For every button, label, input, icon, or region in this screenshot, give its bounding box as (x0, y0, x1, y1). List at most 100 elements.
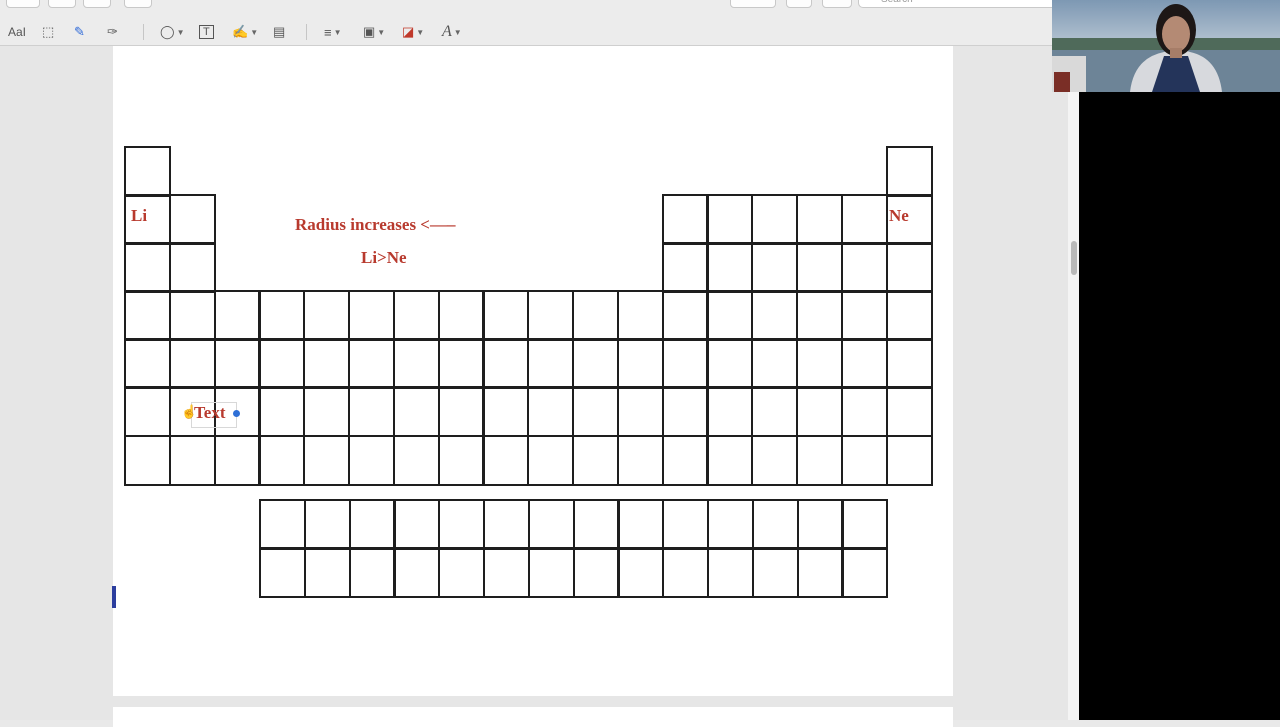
zoom-in-button[interactable] (83, 0, 111, 8)
text-caret (112, 586, 116, 608)
pen-markup-button[interactable] (730, 0, 776, 8)
table-cell (482, 435, 529, 486)
table-cell (169, 194, 216, 245)
table-cell (438, 338, 485, 389)
table-cell (796, 435, 843, 486)
next-document-page[interactable] (113, 707, 953, 727)
table-cell (214, 338, 261, 389)
sign-icon[interactable]: ✍ ▼ (232, 19, 258, 45)
text-box-label[interactable]: Text (194, 403, 226, 423)
zoom-out-button[interactable] (48, 0, 76, 8)
table-cell (572, 338, 619, 389)
draw-icon[interactable]: ✑ (107, 19, 118, 45)
table-cell (393, 547, 440, 598)
table-cell (886, 242, 933, 293)
table-cell (707, 547, 754, 598)
table-cell (841, 435, 888, 486)
chevron-down-icon: ▼ (333, 27, 342, 37)
table-cell (393, 338, 440, 389)
comparison-annotation[interactable]: Li>Ne (361, 248, 407, 268)
table-cell (797, 547, 844, 598)
table-cell (393, 435, 440, 486)
table-cell (527, 386, 574, 437)
sketch-icon[interactable]: ✎ (74, 19, 85, 45)
table-cell (124, 242, 171, 293)
shape-style-icon[interactable]: ≡ ▼ (324, 19, 342, 45)
table-cell (527, 338, 574, 389)
table-cell (303, 386, 350, 437)
hand-cursor-icon: ☝ (181, 404, 198, 419)
side-panel (1079, 92, 1280, 720)
share-button[interactable] (124, 0, 152, 8)
table-cell (303, 290, 350, 341)
table-cell (796, 242, 843, 293)
table-cell (662, 547, 709, 598)
table-cell (662, 290, 709, 341)
table-cell (438, 386, 485, 437)
table-cell (662, 194, 709, 245)
table-cell (348, 435, 395, 486)
sidebar-toggle-button[interactable] (6, 0, 40, 8)
vertical-scrollbar[interactable] (1068, 46, 1079, 720)
table-cell (796, 338, 843, 389)
text-style-icon[interactable]: AaI (8, 19, 26, 45)
rotate-button[interactable] (786, 0, 812, 8)
table-cell (169, 290, 216, 341)
text-box-icon[interactable]: T (199, 19, 214, 45)
table-cell (617, 547, 664, 598)
table-cell (796, 386, 843, 437)
table-cell (259, 499, 306, 550)
table-cell (304, 499, 351, 550)
table-cell (706, 194, 753, 245)
table-cell (124, 146, 171, 197)
table-cell (841, 386, 888, 437)
table-cell (751, 386, 798, 437)
chevron-down-icon: ▼ (377, 27, 386, 37)
scrollbar-thumb[interactable] (1071, 241, 1077, 275)
table-cell (796, 194, 843, 245)
fill-color-icon[interactable]: ◪ ▼ (402, 19, 424, 45)
table-cell (886, 290, 933, 341)
resize-handle[interactable] (233, 410, 240, 417)
markup-toggle-button[interactable] (822, 0, 852, 8)
table-cell (841, 547, 888, 598)
table-cell (482, 290, 529, 341)
note-icon[interactable]: ▤ (273, 19, 285, 45)
rectangular-selection-icon[interactable]: ⬚ (42, 19, 54, 45)
markup-toolbar (0, 10, 1052, 46)
search-input[interactable]: Search (858, 0, 1052, 8)
table-cell (752, 499, 799, 550)
ne-annotation[interactable]: Ne (889, 206, 909, 226)
table-cell (886, 146, 933, 197)
table-cell (841, 194, 888, 245)
table-cell (124, 435, 171, 486)
table-cell (438, 290, 485, 341)
table-cell (707, 499, 754, 550)
radius-trend-annotation[interactable]: Radius increases <—– (295, 215, 456, 235)
li-annotation[interactable]: Li (131, 206, 147, 226)
table-cell (528, 499, 575, 550)
table-cell (124, 290, 171, 341)
border-color-icon[interactable]: ▣ ▼ (363, 19, 385, 45)
table-cell (706, 435, 753, 486)
table-cell (751, 338, 798, 389)
table-cell (438, 435, 485, 486)
table-cell (662, 435, 709, 486)
table-cell (796, 290, 843, 341)
table-cell (841, 290, 888, 341)
table-cell (886, 435, 933, 486)
table-cell (706, 386, 753, 437)
table-cell (438, 547, 485, 598)
table-cell (348, 338, 395, 389)
table-cell (572, 290, 619, 341)
font-icon[interactable]: A ▼ (442, 19, 462, 45)
table-cell (393, 290, 440, 341)
table-cell (527, 435, 574, 486)
table-cell (258, 435, 305, 486)
table-cell (617, 435, 664, 486)
shapes-icon[interactable]: ◯ ▼ (160, 19, 184, 45)
table-cell (886, 386, 933, 437)
table-cell (706, 290, 753, 341)
table-cell (438, 499, 485, 550)
table-cell (841, 242, 888, 293)
